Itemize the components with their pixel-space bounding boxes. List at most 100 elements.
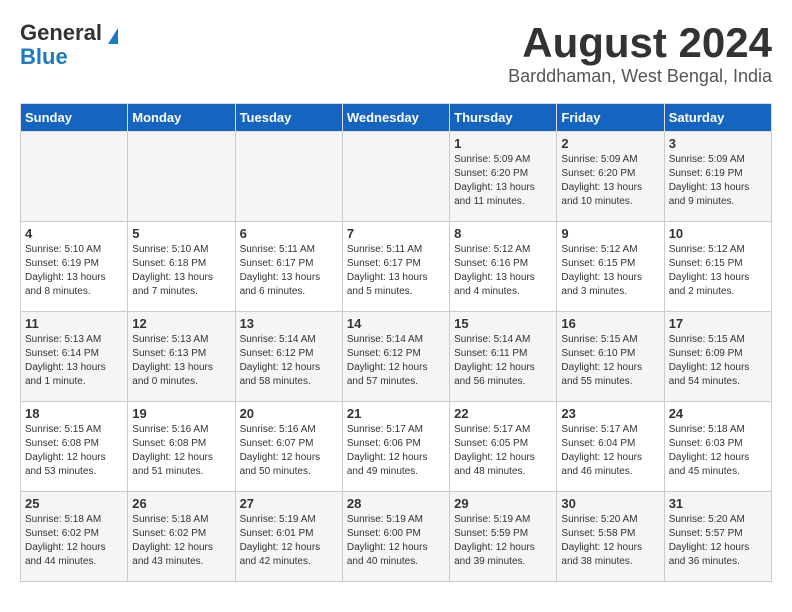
day-number: 26 xyxy=(132,496,230,511)
cell-content: Sunrise: 5:15 AM Sunset: 6:08 PM Dayligh… xyxy=(25,423,123,479)
calendar-week-row: 11Sunrise: 5:13 AM Sunset: 6:14 PM Dayli… xyxy=(21,312,772,402)
cell-content: Sunrise: 5:18 AM Sunset: 6:02 PM Dayligh… xyxy=(25,513,123,569)
calendar-cell: 30Sunrise: 5:20 AM Sunset: 5:58 PM Dayli… xyxy=(557,492,664,582)
calendar-cell: 18 Sunrise: 5:15 AM Sunset: 6:08 PM Dayli… xyxy=(21,402,128,492)
cell-content: Sunrise: 5:15 AM Sunset: 6:09 PM Dayligh… xyxy=(669,333,767,389)
calendar-cell: 9 Sunrise: 5:12 AM Sunset: 6:15 PM Daylig… xyxy=(557,222,664,312)
cell-content: Sunrise: 5:14 AM Sunset: 6:12 PM Dayligh… xyxy=(347,333,445,389)
calendar-cell: 25 Sunrise: 5:18 AM Sunset: 6:02 PM Dayli… xyxy=(21,492,128,582)
calendar-cell: 6Sunrise: 5:11 AM Sunset: 6:17 PM Daylig… xyxy=(235,222,342,312)
header-saturday: Saturday xyxy=(664,104,771,132)
day-number: 4 xyxy=(25,226,123,241)
calendar-cell: 20 Sunrise: 5:16 AM Sunset: 6:07 PM Dayli… xyxy=(235,402,342,492)
calendar-cell: 5 Sunrise: 5:10 AM Sunset: 6:18 PM Daylig… xyxy=(128,222,235,312)
calendar-cell: 1 Sunrise: 5:09 AM Sunset: 6:20 PM Daylig… xyxy=(450,132,557,222)
header-thursday: Thursday xyxy=(450,104,557,132)
calendar-cell: 22 Sunrise: 5:17 AM Sunset: 6:05 PM Dayli… xyxy=(450,402,557,492)
calendar-week-row: 25 Sunrise: 5:18 AM Sunset: 6:02 PM Dayli… xyxy=(21,492,772,582)
day-number: 1 xyxy=(454,136,552,151)
cell-content: Sunrise: 5:14 AM Sunset: 6:11 PM Dayligh… xyxy=(454,333,552,389)
day-number: 30 xyxy=(561,496,659,511)
day-number: 20 xyxy=(240,406,338,421)
calendar-cell: 14Sunrise: 5:14 AM Sunset: 6:12 PM Dayli… xyxy=(342,312,449,402)
calendar-cell: 17 Sunrise: 5:15 AM Sunset: 6:09 PM Dayli… xyxy=(664,312,771,402)
cell-content: Sunrise: 5:17 AM Sunset: 6:05 PM Dayligh… xyxy=(454,423,552,479)
calendar-cell: 21 Sunrise: 5:17 AM Sunset: 6:06 PM Dayli… xyxy=(342,402,449,492)
logo: General Blue xyxy=(20,20,118,70)
cell-content: Sunrise: 5:09 AM Sunset: 6:20 PM Dayligh… xyxy=(454,153,552,209)
title-area: August 2024 Barddhaman, West Bengal, Ind… xyxy=(508,20,772,87)
day-number: 7 xyxy=(347,226,445,241)
cell-content: Sunrise: 5:19 AM Sunset: 6:01 PM Dayligh… xyxy=(240,513,338,569)
day-number: 16 xyxy=(561,316,659,331)
cell-content: Sunrise: 5:16 AM Sunset: 6:07 PM Dayligh… xyxy=(240,423,338,479)
cell-content: Sunrise: 5:19 AM Sunset: 6:00 PM Dayligh… xyxy=(347,513,445,569)
calendar-cell: 23Sunrise: 5:17 AM Sunset: 6:04 PM Dayli… xyxy=(557,402,664,492)
day-number: 12 xyxy=(132,316,230,331)
day-number: 8 xyxy=(454,226,552,241)
calendar-cell: 3 Sunrise: 5:09 AM Sunset: 6:19 PM Daylig… xyxy=(664,132,771,222)
day-number: 29 xyxy=(454,496,552,511)
day-number: 18 xyxy=(25,406,123,421)
calendar-cell: 27Sunrise: 5:19 AM Sunset: 6:01 PM Dayli… xyxy=(235,492,342,582)
cell-content: Sunrise: 5:09 AM Sunset: 6:19 PM Dayligh… xyxy=(669,153,767,209)
calendar-cell: 13 Sunrise: 5:14 AM Sunset: 6:12 PM Dayli… xyxy=(235,312,342,402)
cell-content: Sunrise: 5:12 AM Sunset: 6:15 PM Dayligh… xyxy=(561,243,659,299)
header-monday: Monday xyxy=(128,104,235,132)
header-sunday: Sunday xyxy=(21,104,128,132)
cell-content: Sunrise: 5:10 AM Sunset: 6:18 PM Dayligh… xyxy=(132,243,230,299)
day-number: 31 xyxy=(669,496,767,511)
day-number: 15 xyxy=(454,316,552,331)
calendar-table: SundayMondayTuesdayWednesdayThursdayFrid… xyxy=(20,103,772,582)
cell-content: Sunrise: 5:17 AM Sunset: 6:06 PM Dayligh… xyxy=(347,423,445,479)
calendar-week-row: 1 Sunrise: 5:09 AM Sunset: 6:20 PM Daylig… xyxy=(21,132,772,222)
calendar-cell xyxy=(235,132,342,222)
calendar-cell: 4Sunrise: 5:10 AM Sunset: 6:19 PM Daylig… xyxy=(21,222,128,312)
day-number: 5 xyxy=(132,226,230,241)
calendar-cell: 12 Sunrise: 5:13 AM Sunset: 6:13 PM Dayli… xyxy=(128,312,235,402)
calendar-week-row: 4Sunrise: 5:10 AM Sunset: 6:19 PM Daylig… xyxy=(21,222,772,312)
day-number: 17 xyxy=(669,316,767,331)
calendar-cell: 15 Sunrise: 5:14 AM Sunset: 6:11 PM Dayli… xyxy=(450,312,557,402)
calendar-header-row: SundayMondayTuesdayWednesdayThursdayFrid… xyxy=(21,104,772,132)
day-number: 25 xyxy=(25,496,123,511)
calendar-cell: 26Sunrise: 5:18 AM Sunset: 6:02 PM Dayli… xyxy=(128,492,235,582)
logo-general: General xyxy=(20,20,102,45)
calendar-cell xyxy=(128,132,235,222)
cell-content: Sunrise: 5:11 AM Sunset: 6:17 PM Dayligh… xyxy=(240,243,338,299)
calendar-cell: 16 Sunrise: 5:15 AM Sunset: 6:10 PM Dayli… xyxy=(557,312,664,402)
cell-content: Sunrise: 5:12 AM Sunset: 6:15 PM Dayligh… xyxy=(669,243,767,299)
calendar-cell: 8 Sunrise: 5:12 AM Sunset: 6:16 PM Daylig… xyxy=(450,222,557,312)
day-number: 3 xyxy=(669,136,767,151)
logo-blue: Blue xyxy=(20,44,68,70)
calendar-cell: 19Sunrise: 5:16 AM Sunset: 6:08 PM Dayli… xyxy=(128,402,235,492)
day-number: 21 xyxy=(347,406,445,421)
calendar-cell: 10Sunrise: 5:12 AM Sunset: 6:15 PM Dayli… xyxy=(664,222,771,312)
header-friday: Friday xyxy=(557,104,664,132)
cell-content: Sunrise: 5:09 AM Sunset: 6:20 PM Dayligh… xyxy=(561,153,659,209)
cell-content: Sunrise: 5:19 AM Sunset: 5:59 PM Dayligh… xyxy=(454,513,552,569)
day-number: 9 xyxy=(561,226,659,241)
day-number: 22 xyxy=(454,406,552,421)
cell-content: Sunrise: 5:13 AM Sunset: 6:13 PM Dayligh… xyxy=(132,333,230,389)
calendar-cell: 2 Sunrise: 5:09 AM Sunset: 6:20 PM Daylig… xyxy=(557,132,664,222)
calendar-cell: 29 Sunrise: 5:19 AM Sunset: 5:59 PM Dayli… xyxy=(450,492,557,582)
cell-content: Sunrise: 5:18 AM Sunset: 6:03 PM Dayligh… xyxy=(669,423,767,479)
logo-arrow-icon xyxy=(108,28,118,44)
cell-content: Sunrise: 5:16 AM Sunset: 6:08 PM Dayligh… xyxy=(132,423,230,479)
day-number: 28 xyxy=(347,496,445,511)
calendar-week-row: 18 Sunrise: 5:15 AM Sunset: 6:08 PM Dayli… xyxy=(21,402,772,492)
cell-content: Sunrise: 5:12 AM Sunset: 6:16 PM Dayligh… xyxy=(454,243,552,299)
cell-content: Sunrise: 5:15 AM Sunset: 6:10 PM Dayligh… xyxy=(561,333,659,389)
calendar-cell xyxy=(342,132,449,222)
header-wednesday: Wednesday xyxy=(342,104,449,132)
month-title: August 2024 xyxy=(508,20,772,66)
day-number: 13 xyxy=(240,316,338,331)
cell-content: Sunrise: 5:20 AM Sunset: 5:57 PM Dayligh… xyxy=(669,513,767,569)
calendar-cell: 24Sunrise: 5:18 AM Sunset: 6:03 PM Dayli… xyxy=(664,402,771,492)
cell-content: Sunrise: 5:17 AM Sunset: 6:04 PM Dayligh… xyxy=(561,423,659,479)
day-number: 2 xyxy=(561,136,659,151)
calendar-cell: 11Sunrise: 5:13 AM Sunset: 6:14 PM Dayli… xyxy=(21,312,128,402)
cell-content: Sunrise: 5:14 AM Sunset: 6:12 PM Dayligh… xyxy=(240,333,338,389)
calendar-cell: 28 Sunrise: 5:19 AM Sunset: 6:00 PM Dayli… xyxy=(342,492,449,582)
